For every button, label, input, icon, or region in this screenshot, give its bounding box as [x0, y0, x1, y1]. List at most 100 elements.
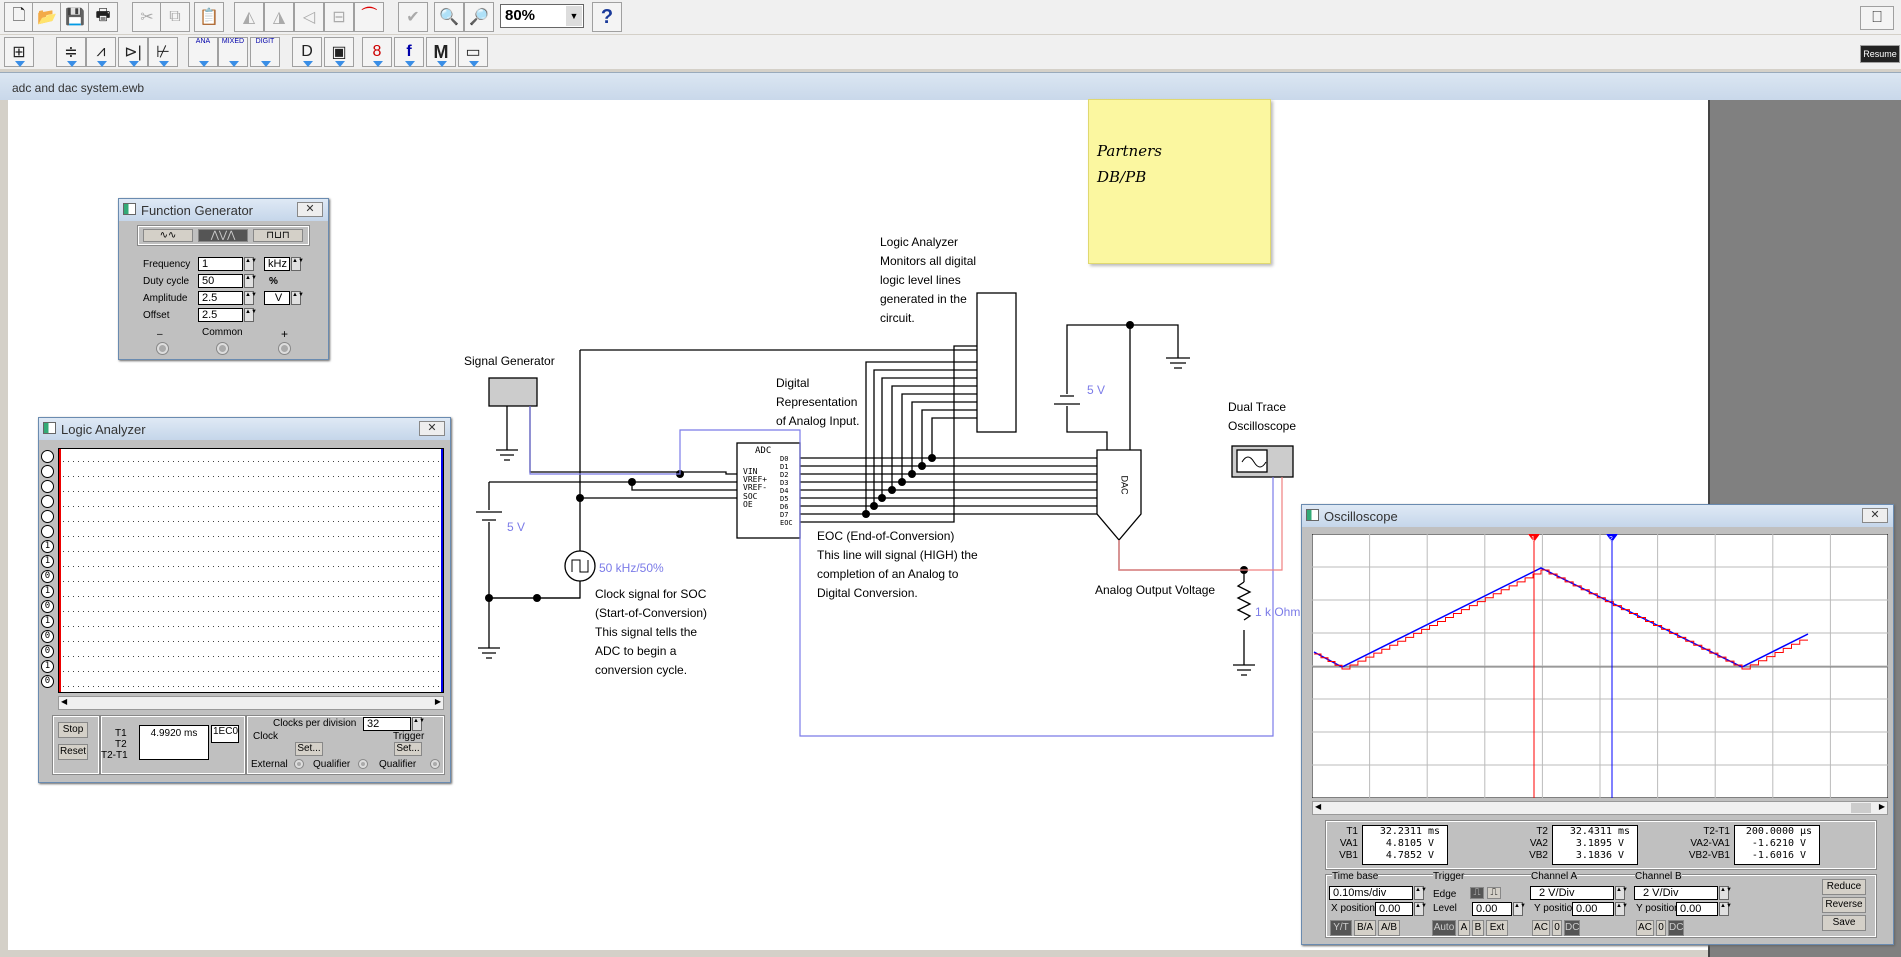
amplitude-spinner[interactable]: ▲▼: [244, 291, 257, 305]
frequency-unit-spinner[interactable]: ▲▼: [291, 257, 304, 271]
trigger-ext-button[interactable]: Ext: [1486, 920, 1508, 936]
channel-indicator[interactable]: 0: [41, 630, 54, 643]
sticky-note[interactable]: Partners DB/PB: [1088, 99, 1271, 264]
cursor-1[interactable]: [59, 449, 61, 692]
horizontal-scrollbar[interactable]: ◀ ▶: [58, 696, 444, 710]
channel-indicator[interactable]: [41, 510, 54, 523]
minus-terminal[interactable]: [157, 343, 168, 354]
readout-value: 32.2311: [1379, 826, 1422, 837]
function-generator-window[interactable]: Function Generator ✕ ∿∿ ⋀⋁⋀ ⊓⊔⊓ Frequency…: [118, 198, 329, 360]
readout-value: 3.1895: [1575, 838, 1612, 849]
channel-row: [59, 626, 443, 627]
channel-indicator[interactable]: 0: [41, 600, 54, 613]
signal-generator-label: Signal Generator: [464, 354, 555, 368]
clocks-spinner[interactable]: ▲▼: [412, 717, 425, 731]
close-button[interactable]: ✕: [1862, 508, 1888, 523]
t1-label: T1: [115, 728, 127, 739]
plus-terminal[interactable]: [279, 343, 290, 354]
oscilloscope-screen[interactable]: 1 2: [1312, 534, 1888, 798]
channel-indicator[interactable]: 0: [41, 645, 54, 658]
external-terminal[interactable]: [295, 760, 303, 768]
amplitude-input[interactable]: 2.5: [198, 291, 243, 305]
logic-analyzer-window[interactable]: Logic Analyzer ✕ 1 1 0 1 0 1 0 0 1 0 ◀ ▶ Stop Reset…: [38, 417, 451, 783]
channel-a-zero-button[interactable]: 0: [1552, 920, 1562, 936]
close-button[interactable]: ✕: [419, 421, 445, 436]
common-terminal[interactable]: [217, 343, 228, 354]
channel-a-ypos-input[interactable]: 0.00: [1572, 902, 1614, 916]
reset-button[interactable]: Reset: [58, 744, 88, 760]
channel-indicator[interactable]: [41, 495, 54, 508]
duty-cycle-spinner[interactable]: ▲▼: [244, 274, 257, 288]
close-button[interactable]: ✕: [297, 202, 323, 217]
timebase-input[interactable]: 0.10ms/div: [1329, 886, 1413, 900]
clock-qualifier-terminal[interactable]: [359, 760, 367, 768]
reverse-button[interactable]: Reverse: [1822, 897, 1866, 913]
window-title: Function Generator: [141, 202, 254, 218]
channel-b-dc-button[interactable]: DC: [1668, 920, 1684, 936]
frequency-input[interactable]: 1: [198, 257, 243, 271]
trigger-a-button[interactable]: A: [1458, 920, 1470, 936]
duty-cycle-input[interactable]: 50: [198, 274, 243, 288]
channel-row: [59, 581, 443, 582]
stop-button[interactable]: Stop: [58, 722, 88, 738]
level-spinner[interactable]: ▲▼: [1513, 902, 1526, 916]
channel-indicator[interactable]: [41, 480, 54, 493]
channel-indicator[interactable]: 1: [41, 585, 54, 598]
ab-mode-button[interactable]: A/B: [1378, 920, 1400, 936]
adc-pin-label: D2: [780, 471, 789, 479]
sine-wave-button[interactable]: ∿∿: [143, 229, 193, 242]
ba-mode-button[interactable]: B/A: [1354, 920, 1376, 936]
square-wave-button[interactable]: ⊓⊔⊓: [253, 229, 303, 242]
amplitude-unit-select[interactable]: V: [264, 291, 290, 305]
channel-indicator[interactable]: [41, 525, 54, 538]
channel-indicator[interactable]: [41, 450, 54, 463]
channel-a-scale-spinner[interactable]: ▲▼: [1615, 886, 1628, 900]
trigger-auto-button[interactable]: Auto: [1432, 920, 1456, 936]
channel-a-scale-input[interactable]: 2 V/Div: [1530, 886, 1614, 900]
frequency-spinner[interactable]: ▲▼: [244, 257, 257, 271]
channel-b-ac-button[interactable]: AC: [1636, 920, 1654, 936]
trigger-level-input[interactable]: 0.00: [1472, 902, 1512, 916]
channel-a-ypos-spinner[interactable]: ▲▼: [1615, 902, 1628, 916]
offset-spinner[interactable]: ▲▼: [244, 308, 257, 322]
reduce-button[interactable]: Reduce: [1822, 879, 1866, 895]
channel-indicator[interactable]: 1: [41, 540, 54, 553]
adc-pin-label: D7: [780, 511, 789, 519]
cursor-2[interactable]: [441, 449, 443, 692]
channel-b-zero-button[interactable]: 0: [1656, 920, 1666, 936]
channel-b-scale-input[interactable]: 2 V/Div: [1634, 886, 1718, 900]
falling-edge-button[interactable]: ⎍: [1487, 887, 1501, 899]
channel-b-ypos-input[interactable]: 0.00: [1676, 902, 1718, 916]
readout-value: 4.8105: [1385, 838, 1422, 849]
clocks-per-division-input[interactable]: 32: [363, 717, 411, 731]
save-button[interactable]: Save: [1822, 915, 1866, 931]
channel-b-ypos-spinner[interactable]: ▲▼: [1719, 902, 1732, 916]
amplitude-unit-spinner[interactable]: ▲▼: [291, 291, 304, 305]
channel-indicator[interactable]: 0: [41, 570, 54, 583]
channel-b-scale-spinner[interactable]: ▲▼: [1719, 886, 1732, 900]
channel-indicator[interactable]: [41, 465, 54, 478]
horizontal-scrollbar[interactable]: ◀ ▶: [1312, 801, 1888, 815]
t2-label: T2: [115, 739, 127, 750]
readout-unit: ms: [1618, 826, 1631, 837]
oscilloscope-window[interactable]: Oscilloscope ✕ 1 2 ◀ ▶ T1 32.2311 ms VA1 4.810…: [1301, 504, 1894, 945]
trigger-b-button[interactable]: B: [1472, 920, 1484, 936]
trigger-qualifier-terminal[interactable]: [431, 760, 439, 768]
rising-edge-button[interactable]: ⎍: [1470, 887, 1484, 899]
channel-indicator[interactable]: 1: [41, 660, 54, 673]
channel-indicator[interactable]: 1: [41, 615, 54, 628]
logic-display[interactable]: [58, 448, 444, 693]
frequency-unit-select[interactable]: kHz: [264, 257, 290, 271]
trigger-set-button[interactable]: Set...: [394, 742, 422, 756]
offset-input[interactable]: 2.5: [198, 308, 243, 322]
x-position-spinner[interactable]: ▲▼: [1414, 902, 1427, 916]
triangle-wave-button[interactable]: ⋀⋁⋀: [198, 229, 248, 242]
x-position-input[interactable]: 0.00: [1375, 902, 1413, 916]
clock-set-button[interactable]: Set...: [295, 742, 323, 756]
timebase-spinner[interactable]: ▲▼: [1414, 886, 1427, 900]
channel-indicator[interactable]: 0: [41, 675, 54, 688]
yt-mode-button[interactable]: Y/T: [1330, 920, 1352, 936]
channel-indicator[interactable]: 1: [41, 555, 54, 568]
channel-a-ac-button[interactable]: AC: [1532, 920, 1550, 936]
channel-a-dc-button[interactable]: DC: [1564, 920, 1580, 936]
